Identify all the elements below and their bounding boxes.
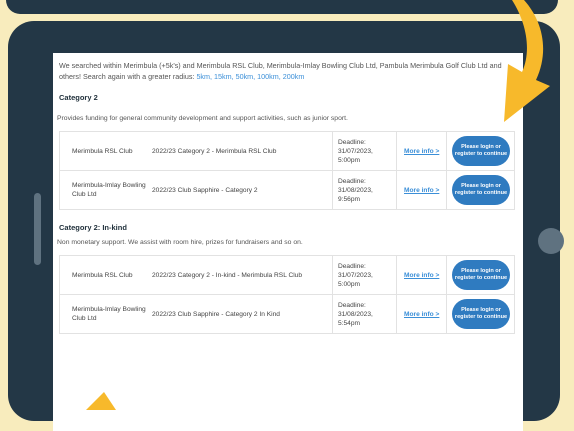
login-register-button[interactable]: Please login or register to continue bbox=[452, 299, 510, 329]
pointer-arrow-icon bbox=[86, 392, 116, 410]
club-name: Merimbula RSL Club bbox=[72, 147, 133, 155]
grant-name: 2022/23 Club Sapphire - Category 2 bbox=[152, 186, 258, 194]
tablet-home-button bbox=[538, 228, 564, 254]
device-top-edge bbox=[6, 0, 558, 14]
grant-table: Merimbula RSL Club 2022/23 Category 2 - … bbox=[59, 255, 515, 334]
radius-link-100km[interactable]: 100km, bbox=[257, 72, 281, 81]
pointer-arrow-icon bbox=[504, 0, 550, 122]
category-title: Category 2 bbox=[59, 93, 98, 102]
search-summary: We searched within Merimbula (+5k's) and… bbox=[59, 60, 514, 82]
table-row: Merimbula RSL Club 2022/23 Category 2 - … bbox=[60, 256, 514, 295]
club-name: Merimbula RSL Club bbox=[72, 271, 133, 279]
radius-link-50km[interactable]: 50km, bbox=[236, 72, 256, 81]
more-info-link[interactable]: More info > bbox=[404, 310, 439, 319]
club-name: Merimbula-Imlay Bowling Club Ltd bbox=[72, 182, 146, 198]
more-info-link[interactable]: More info > bbox=[404, 186, 439, 195]
login-register-button[interactable]: Please login or register to continue bbox=[452, 175, 510, 205]
search-summary-text: We searched within Merimbula (+5k's) and… bbox=[59, 61, 502, 81]
table-row: Merimbula-Imlay Bowling Club Ltd 2022/23… bbox=[60, 295, 514, 333]
radius-link-15km[interactable]: 15km, bbox=[214, 72, 234, 81]
login-register-button[interactable]: Please login or register to continue bbox=[452, 136, 510, 166]
more-info-link[interactable]: More info > bbox=[404, 271, 439, 280]
tablet-side-button bbox=[34, 193, 41, 265]
category-description: Non monetary support. We assist with roo… bbox=[57, 239, 303, 246]
grant-name: 2022/23 Club Sapphire - Category 2 In Ki… bbox=[152, 310, 280, 318]
tablet-frame: We searched within Merimbula (+5k's) and… bbox=[8, 21, 564, 431]
table-row: Merimbula-Imlay Bowling Club Ltd 2022/23… bbox=[60, 171, 514, 209]
grant-table: Merimbula RSL Club 2022/23 Category 2 - … bbox=[59, 131, 515, 210]
grant-name: 2022/23 Category 2 - Merimbula RSL Club bbox=[152, 147, 277, 155]
radius-link-200km[interactable]: 200km bbox=[283, 72, 305, 81]
login-register-button[interactable]: Please login or register to continue bbox=[452, 260, 510, 290]
club-name: Merimbula-Imlay Bowling Club Ltd bbox=[72, 306, 146, 322]
deadline: Deadline: 31/08/2023, 5:54pm bbox=[338, 301, 373, 327]
grant-name: 2022/23 Category 2 - In-kind - Merimbula… bbox=[152, 271, 303, 279]
browser-screen: We searched within Merimbula (+5k's) and… bbox=[53, 53, 523, 431]
radius-link-5km[interactable]: 5km, bbox=[196, 72, 212, 81]
more-info-link[interactable]: More info > bbox=[404, 147, 439, 156]
table-row: Merimbula RSL Club 2022/23 Category 2 - … bbox=[60, 132, 514, 171]
category-title: Category 2: In-kind bbox=[59, 223, 127, 232]
category-description: Provides funding for general community d… bbox=[57, 115, 348, 122]
deadline: Deadline: 31/08/2023, 9:56pm bbox=[338, 177, 373, 203]
deadline: Deadline: 31/07/2023, 5:00pm bbox=[338, 262, 373, 288]
deadline: Deadline: 31/07/2023, 5:00pm bbox=[338, 138, 373, 164]
